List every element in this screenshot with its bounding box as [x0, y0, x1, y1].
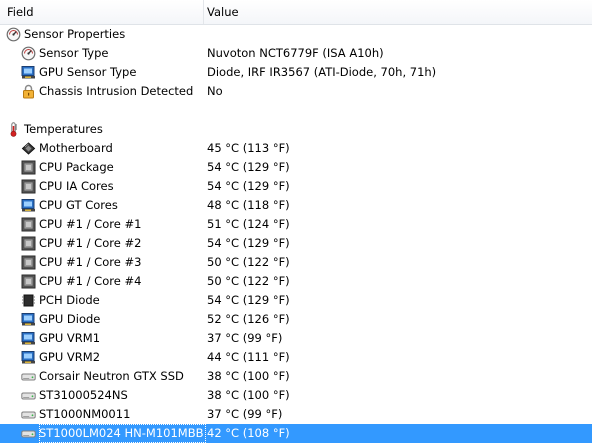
- thermometer-icon: [6, 122, 21, 137]
- field-value: 51 °C (124 °F): [207, 217, 290, 231]
- sensor-row-cpu-1-core-1[interactable]: CPU #1 / Core #1 51 °C (124 °F): [0, 215, 592, 234]
- field-value: 54 °C (129 °F): [207, 179, 290, 193]
- drive-icon: [21, 369, 36, 384]
- field-label: GPU VRM2: [39, 350, 101, 364]
- sensor-row-cpu-package[interactable]: CPU Package 54 °C (129 °F): [0, 158, 592, 177]
- sensor-row-st1000nm0011[interactable]: ST1000NM0011 37 °C (99 °F): [0, 405, 592, 424]
- field-label: CPU #1 / Core #4: [39, 274, 142, 288]
- group-label: Temperatures: [24, 122, 103, 136]
- sensor-row-gpu-diode[interactable]: GPU Diode 52 °C (126 °F): [0, 310, 592, 329]
- field-label: CPU GT Cores: [39, 198, 118, 212]
- column-header: Field Value: [0, 0, 592, 25]
- sensor-row-cpu-gt-cores[interactable]: CPU GT Cores 48 °C (118 °F): [0, 196, 592, 215]
- sensor-row-cpu-1-core-4[interactable]: CPU #1 / Core #4 50 °C (122 °F): [0, 272, 592, 291]
- motherboard-icon: [21, 141, 36, 156]
- gpu-icon: [21, 331, 36, 346]
- sensor-row-st1000lm024-hn-m101mbb[interactable]: ST1000LM024 HN-M101MBB 42 °C (108 °F): [0, 424, 592, 443]
- sensor-row-gpu-vrm2[interactable]: GPU VRM2 44 °C (111 °F): [0, 348, 592, 367]
- field-value: 37 °C (99 °F): [207, 331, 283, 345]
- sensor-row-motherboard[interactable]: Motherboard 45 °C (113 °F): [0, 139, 592, 158]
- field-label: CPU #1 / Core #2: [39, 236, 142, 250]
- field-value: 48 °C (118 °F): [207, 198, 290, 212]
- sensor-row-sensor-type[interactable]: Sensor Type Nuvoton NCT6779F (ISA A10h): [0, 44, 592, 63]
- field-value: 52 °C (126 °F): [207, 312, 290, 326]
- drive-icon: [21, 407, 36, 422]
- sensor-row-cpu-1-core-3[interactable]: CPU #1 / Core #3 50 °C (122 °F): [0, 253, 592, 272]
- field-value: 45 °C (113 °F): [207, 141, 290, 155]
- sensor-list: Sensor Properties Sensor Type Nuvoton NCT6…: [0, 25, 592, 443]
- field-label: Motherboard: [39, 141, 113, 155]
- field-value: 38 °C (100 °F): [207, 369, 290, 383]
- group-label: Sensor Properties: [24, 27, 126, 41]
- column-header-field[interactable]: Field: [0, 0, 204, 24]
- cpu-icon: [21, 179, 36, 194]
- field-value: 54 °C (129 °F): [207, 293, 290, 307]
- field-label: Sensor Type: [39, 46, 109, 60]
- field-value: Diode, IRF IR3567 (ATI-Diode, 70h, 71h): [207, 65, 437, 79]
- field-value: No: [207, 84, 223, 98]
- field-label: ST1000LM024 HN-M101MBB: [39, 424, 206, 443]
- field-value: Nuvoton NCT6779F (ISA A10h): [207, 46, 384, 60]
- field-value: 42 °C (108 °F): [207, 426, 290, 440]
- sensor-icon: [6, 27, 21, 42]
- field-value: 50 °C (122 °F): [207, 255, 290, 269]
- gpu-icon: [21, 350, 36, 365]
- sensor-icon: [21, 46, 36, 61]
- field-label: GPU Sensor Type: [39, 65, 137, 79]
- field-value: 38 °C (100 °F): [207, 388, 290, 402]
- gpu-icon: [21, 198, 36, 213]
- drive-icon: [21, 388, 36, 403]
- field-label: Chassis Intrusion Detected: [39, 84, 194, 98]
- sensor-row-corsair-neutron-gtx-ssd[interactable]: Corsair Neutron GTX SSD 38 °C (100 °F): [0, 367, 592, 386]
- field-label: GPU VRM1: [39, 331, 101, 345]
- field-label: CPU #1 / Core #3: [39, 255, 142, 269]
- sensor-row-pch-diode[interactable]: PCH Diode 54 °C (129 °F): [0, 291, 592, 310]
- sensor-row-st31000524ns[interactable]: ST31000524NS 38 °C (100 °F): [0, 386, 592, 405]
- cpu-icon: [21, 160, 36, 175]
- lock-icon: [21, 84, 36, 99]
- sensor-row-chassis-intrusion-detected[interactable]: Chassis Intrusion Detected No: [0, 82, 592, 101]
- sensor-row-gpu-sensor-type[interactable]: GPU Sensor Type Diode, IRF IR3567 (ATI-Di…: [0, 63, 592, 82]
- field-value: 50 °C (122 °F): [207, 274, 290, 288]
- sensor-row-cpu-1-core-2[interactable]: CPU #1 / Core #2 54 °C (129 °F): [0, 234, 592, 253]
- field-label: PCH Diode: [39, 293, 100, 307]
- sensor-row-gpu-vrm1[interactable]: GPU VRM1 37 °C (99 °F): [0, 329, 592, 348]
- cpu-icon: [21, 217, 36, 232]
- field-label: Corsair Neutron GTX SSD: [39, 369, 184, 383]
- field-label: ST1000NM0011: [39, 407, 131, 421]
- field-value: 54 °C (129 °F): [207, 160, 290, 174]
- sensor-row-cpu-ia-cores[interactable]: CPU IA Cores 54 °C (129 °F): [0, 177, 592, 196]
- gpu-icon: [21, 312, 36, 327]
- column-header-value[interactable]: Value: [200, 0, 239, 24]
- field-label: CPU IA Cores: [39, 179, 114, 193]
- field-label: CPU #1 / Core #1: [39, 217, 142, 231]
- chip-icon: [21, 293, 36, 308]
- group-sensor-properties[interactable]: Sensor Properties: [0, 25, 592, 44]
- group-temperatures[interactable]: Temperatures: [0, 120, 592, 139]
- cpu-icon: [21, 255, 36, 270]
- field-label: ST31000524NS: [39, 388, 128, 402]
- field-value: 54 °C (129 °F): [207, 236, 290, 250]
- field-label: CPU Package: [39, 160, 114, 174]
- field-value: 37 °C (99 °F): [207, 407, 283, 421]
- field-label: GPU Diode: [39, 312, 101, 326]
- drive-icon: [21, 426, 36, 441]
- cpu-icon: [21, 274, 36, 289]
- gpu-icon: [21, 65, 36, 80]
- cpu-icon: [21, 236, 36, 251]
- field-value: 44 °C (111 °F): [207, 350, 290, 364]
